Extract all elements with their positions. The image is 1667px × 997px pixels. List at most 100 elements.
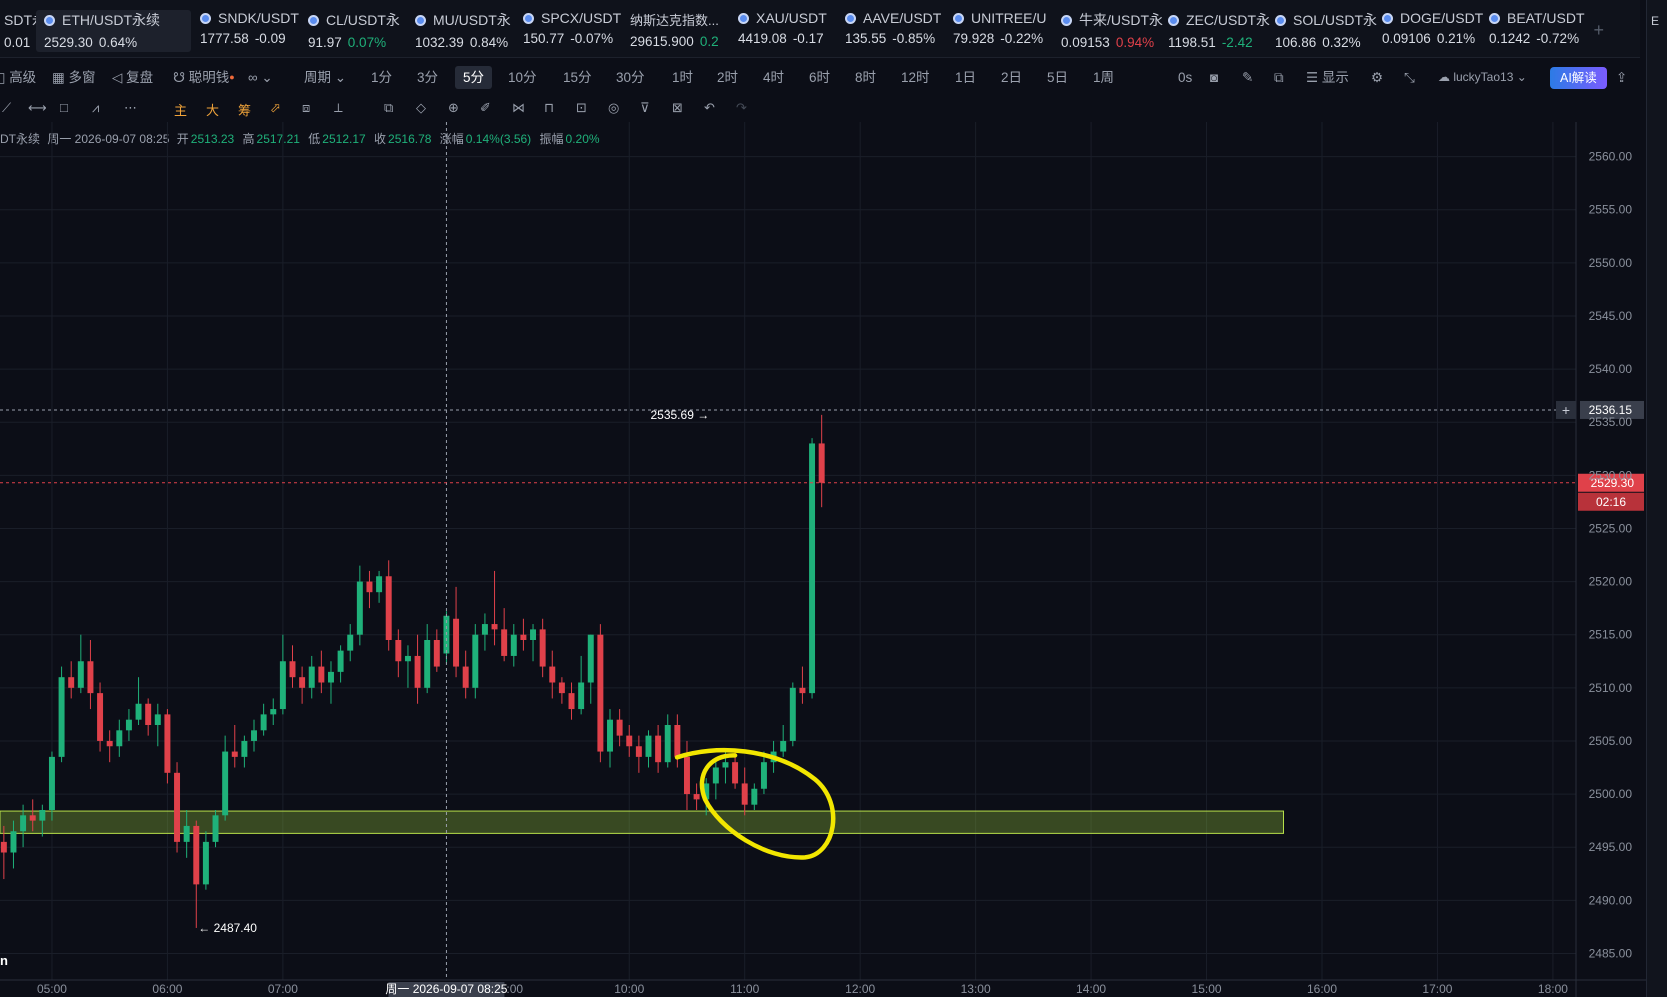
candle-body (193, 825, 200, 885)
brush-icon[interactable]: ✐ (480, 100, 491, 116)
ticker-item[interactable]: 纳斯达克指数... 29615.900 0.2 (622, 10, 732, 52)
chip-toggle[interactable]: 筹 (238, 100, 251, 119)
period-2h[interactable]: 2时 (717, 66, 738, 89)
grid-lines (0, 122, 1576, 980)
user-menu[interactable]: ☁ luckyTao13 ⌄ (1438, 66, 1527, 89)
pencil-icon[interactable]: ✎ (1242, 66, 1253, 89)
candle-body (809, 443, 816, 694)
eye-icon[interactable]: ◎ (608, 100, 619, 116)
ticker-item[interactable]: SPCX/USDT 150.77 -0.07% (515, 10, 621, 52)
settings-gear-icon[interactable]: ⚙ (1371, 66, 1383, 89)
period-15m[interactable]: 15分 (563, 66, 592, 89)
ticker-item-active[interactable]: ETH/USDT永续 2529.30 0.64% (36, 10, 191, 52)
period-5d[interactable]: 5日 (1047, 66, 1068, 89)
ticker-item[interactable]: SOL/USDT永 106.86 0.32% (1267, 10, 1377, 52)
ticker-item[interactable]: MU/USDT永 1032.39 0.84% (407, 10, 511, 52)
fib-tool-icon[interactable]: ⩘ (92, 100, 99, 116)
ticker-item[interactable]: UNITREE/U 79.928 -0.22% (945, 10, 1046, 52)
ticker-item[interactable]: ZEC/USDT永 1198.51 -2.42 (1160, 10, 1270, 52)
price-tick-label: 2560.00 (1589, 150, 1633, 164)
period-30m[interactable]: 30分 (616, 66, 645, 89)
advanced-label: 高级 (9, 70, 37, 85)
replay-button[interactable]: ◁ 复盘 (112, 66, 153, 89)
export-icon[interactable]: ⧉ (1274, 66, 1284, 89)
line-tool-icon[interactable]: ⟋ (2, 100, 11, 116)
ticker-item[interactable]: BEAT/USDT 0.1242 -0.72% (1481, 10, 1585, 52)
candle-body (530, 629, 537, 640)
large-order-toggle[interactable]: 大 (206, 100, 219, 119)
candle-body (722, 762, 729, 768)
trend-icon[interactable]: ⬀ (270, 100, 281, 116)
candle-body (655, 735, 662, 763)
period-1m[interactable]: 1分 (371, 66, 392, 89)
period-1d[interactable]: 1日 (955, 66, 976, 89)
zoom-icon[interactable]: ⊕ (448, 100, 459, 116)
ticker-item[interactable]: SNDK/USDT 1777.58 -0.09 (192, 10, 299, 52)
ticker-item[interactable]: 牛来/USDT永 0.09153 0.94% (1053, 10, 1163, 52)
horizontal-line-icon[interactable]: ⟷ (28, 100, 47, 116)
tag-icon[interactable]: ◇ (416, 100, 426, 116)
lock-icon[interactable]: ⊓ (544, 100, 554, 116)
coin-icon (200, 12, 211, 24)
compare-icon[interactable]: ⧈ (302, 100, 310, 116)
share-icon[interactable]: ⇪ (1616, 66, 1627, 89)
period-6h[interactable]: 6时 (809, 66, 830, 89)
ruler-icon[interactable]: ⟂ (334, 100, 343, 116)
coin-icon (1489, 12, 1500, 24)
time-tick-label: 18:00 (1538, 982, 1568, 996)
ticker-name: MU/USDT永 (433, 12, 511, 28)
period-8h[interactable]: 8时 (855, 66, 876, 89)
period-5m[interactable]: 5分 (455, 66, 493, 89)
time-tick-label: 10:00 (614, 982, 644, 996)
period-1h[interactable]: 1时 (672, 66, 693, 89)
magnet-icon[interactable]: ⋈ (512, 100, 525, 116)
indicator-dropdown[interactable]: ∞ ⌄ (248, 66, 273, 89)
price-axis[interactable]: 2485.00 2490.00 2495.00 2500.00 2505.00 2510.… (1589, 150, 1633, 961)
display-button[interactable]: ☰ 显示 (1306, 66, 1349, 89)
period-2d[interactable]: 2日 (1001, 66, 1022, 89)
support-zone-layer (0, 810, 1285, 834)
candlestick-chart[interactable]: 2536.15+周一 2026-09-07 08:25:002529.3002:… (0, 122, 1646, 997)
ticker-item[interactable]: AAVE/USDT 135.55 -0.85% (837, 10, 941, 52)
period-4h[interactable]: 4时 (763, 66, 784, 89)
edit-icon[interactable]: ⊡ (576, 100, 587, 116)
side-order-panel[interactable]: E (1646, 0, 1667, 997)
price-tick-label: 2535.00 (1589, 415, 1633, 429)
period-10m[interactable]: 10分 (508, 66, 537, 89)
period-dropdown[interactable]: 周期 ⌄ (304, 66, 346, 89)
multi-window-button[interactable]: ▦ 多窗 (52, 66, 96, 89)
delete-icon[interactable]: ⊠ (672, 100, 683, 116)
price-tick-label: 2500.00 (1589, 787, 1633, 801)
ticker-price: 1198.51 (1168, 35, 1216, 50)
period-1w[interactable]: 1周 (1093, 66, 1114, 89)
countdown-setting[interactable]: 0s (1178, 66, 1192, 89)
more-tools-icon[interactable]: ⋯ (124, 100, 137, 116)
price-tick-label: 2515.00 (1589, 628, 1633, 642)
period-3m[interactable]: 3分 (417, 66, 438, 89)
filter-icon[interactable]: ⊽ (640, 100, 650, 116)
undo-icon[interactable]: ↶ (704, 100, 715, 116)
add-ticker-icon[interactable]: + (1593, 20, 1604, 41)
candle-body (318, 666, 325, 683)
candle-body (212, 815, 219, 842)
collapse-icon[interactable]: ⤡ (1404, 66, 1415, 89)
smart-money-button[interactable]: ☋ 聪明钱● (173, 66, 235, 89)
copy-icon[interactable]: ⧉ (384, 100, 393, 116)
candle-body (433, 640, 440, 667)
main-indicator-toggle[interactable]: 主 (174, 100, 187, 119)
candle-body (97, 693, 104, 741)
ticker-item[interactable]: XAU/USDT 4419.08 -0.17 (730, 10, 830, 52)
price-tick-label: 2555.00 (1589, 203, 1633, 217)
camera-icon[interactable]: ◙ (1210, 66, 1218, 89)
ticker-item[interactable]: DOGE/USDT 0.09106 0.21% (1374, 10, 1483, 52)
ticker-change: -0.22% (1000, 31, 1044, 46)
period-12h[interactable]: 12时 (901, 66, 930, 89)
time-axis[interactable]: 05:00 06:00 07:00 10:00 11:00 12:00 13:00 14:00… (37, 982, 1568, 996)
coin-icon (953, 12, 964, 24)
ticker-item[interactable]: CL/USDT永 91.97 0.07% (300, 10, 400, 52)
ai-analysis-button[interactable]: AI解读 (1550, 67, 1607, 89)
rectangle-tool-icon[interactable]: □ (60, 100, 68, 115)
ticker-item[interactable]: SDT永 0.01 (0, 10, 46, 52)
redo-icon[interactable]: ↷ (736, 100, 747, 116)
advanced-button[interactable]: ▯ 高级 (0, 66, 36, 89)
